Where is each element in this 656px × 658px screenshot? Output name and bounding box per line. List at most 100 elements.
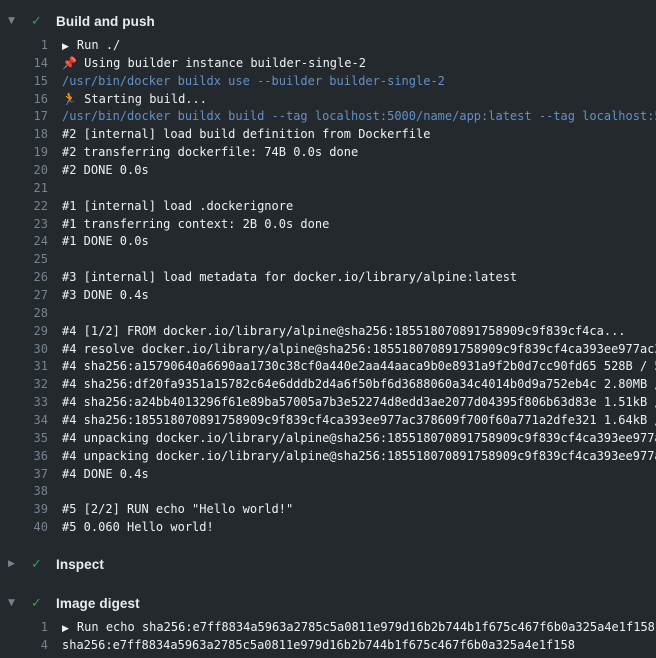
log-text: #2 transferring dockerfile: 74B 0.0s don… (62, 144, 656, 162)
line-number[interactable]: 31 (0, 358, 48, 376)
log-line: 1 ▶Run ./ (0, 37, 656, 55)
section-title: Build and push (56, 14, 155, 29)
log-text: #4 [1/2] FROM docker.io/library/alpine@s… (62, 323, 656, 341)
log-command-text: /usr/bin/docker buildx build --tag local… (62, 108, 656, 126)
log-line: 40 #5 0.060 Hello world! (0, 519, 656, 537)
log-text (62, 251, 656, 269)
chevron-down-icon[interactable]: ▼ (8, 16, 22, 26)
log-lines: 1 ▶Run ./ 14 📌 Using builder instance build… (0, 33, 656, 537)
line-number[interactable]: 22 (0, 198, 48, 216)
chevron-right-icon[interactable]: ▶ (8, 559, 22, 569)
section-header-build-and-push[interactable]: ▼ ✓ Build and push (0, 9, 656, 33)
log-text (62, 180, 656, 198)
log-line: 32 #4 sha256:df20fa9351a15782c64e6dddb2d4… (0, 376, 656, 394)
log-line: 31 #4 sha256:a15790640a6690aa1730c38cf0a4… (0, 358, 656, 376)
line-number[interactable]: 38 (0, 483, 48, 501)
log-text: #1 [internal] load .dockerignore (62, 198, 656, 216)
log-line: 24 #1 DONE 0.0s (0, 233, 656, 251)
log-text: #4 unpacking docker.io/library/alpine@sh… (62, 430, 656, 448)
line-number[interactable]: 34 (0, 412, 48, 430)
log-text: #4 sha256:185518070891758909c9f839cf4ca3… (62, 412, 656, 430)
line-number[interactable]: 1 (0, 619, 48, 637)
line-number[interactable]: 1 (0, 37, 48, 55)
log-text: #4 DONE 0.4s (62, 466, 656, 484)
line-number[interactable]: 25 (0, 251, 48, 269)
log-line: 19 #2 transferring dockerfile: 74B 0.0s d… (0, 144, 656, 162)
log-text: sha256:e7ff8834a5963a2785c5a0811e979d16b… (62, 637, 656, 655)
log-text (62, 305, 656, 323)
workflow-log-viewer: ▼ ✓ Build and push 1▶Run ./14📌 Using bui… (0, 0, 656, 658)
log-text: #4 sha256:a15790640a6690aa1730c38cf0a440… (62, 358, 656, 376)
log-line: 17/usr/bin/docker buildx build --tag loc… (0, 108, 656, 126)
expand-run-chevron-icon[interactable]: ▶ (62, 39, 69, 55)
log-line: 27 #3 DONE 0.4s (0, 287, 656, 305)
log-line: 4 sha256:e7ff8834a5963a2785c5a0811e979d16… (0, 637, 656, 655)
log-line: 1 ▶Run echo sha256:e7ff8834a5963a2785c5a0… (0, 619, 656, 637)
log-line: 36#4 unpacking docker.io/library/alpine@… (0, 448, 656, 466)
log-line: 20 #2 DONE 0.0s (0, 162, 656, 180)
log-command-text: /usr/bin/docker buildx use --builder bui… (62, 73, 656, 91)
line-number[interactable]: 4 (0, 637, 48, 655)
line-number[interactable]: 18 (0, 126, 48, 144)
log-line: 25 (0, 251, 656, 269)
log-line: 16 🏃 Starting build... (0, 91, 656, 109)
log-text: #4 sha256:df20fa9351a15782c64e6dddb2d4a6… (62, 376, 656, 394)
line-number[interactable]: 16 (0, 91, 48, 109)
log-text: #5 0.060 Hello world! (62, 519, 656, 537)
line-number[interactable]: 30 (0, 341, 48, 359)
log-text: 🏃 Starting build... (62, 91, 656, 109)
line-number[interactable]: 19 (0, 144, 48, 162)
log-text: #2 DONE 0.0s (62, 162, 656, 180)
log-text: #5 [2/2] RUN echo "Hello world!" (62, 501, 656, 519)
log-line: 33 #4 sha256:a24bb4013296f61e89ba57005a7b… (0, 394, 656, 412)
success-check-icon: ✓ (31, 596, 48, 611)
log-text: #3 [internal] load metadata for docker.i… (62, 269, 656, 287)
section-header-inspect[interactable]: ▶ ✓ Inspect (0, 552, 656, 576)
line-number[interactable]: 37 (0, 466, 48, 484)
log-line: 39 #5 [2/2] RUN echo "Hello world!" (0, 501, 656, 519)
log-text: ▶Run echo sha256:e7ff8834a5963a2785c5a08… (62, 619, 656, 637)
log-line: 18 #2 [internal] load build definition fr… (0, 126, 656, 144)
line-number[interactable]: 35 (0, 430, 48, 448)
success-check-icon: ✓ (31, 14, 48, 29)
log-text: ▶Run ./ (62, 37, 656, 55)
log-line: 37 #4 DONE 0.4s (0, 466, 656, 484)
line-number[interactable]: 26 (0, 269, 48, 287)
log-lines: 1 ▶Run echo sha256:e7ff8834a5963a2785c5a0… (0, 615, 656, 655)
log-line: 30 #4 resolve docker.io/library/alpine@sh… (0, 341, 656, 359)
chevron-down-icon[interactable]: ▼ (8, 598, 22, 608)
line-number[interactable]: 40 (0, 519, 48, 537)
log-section-inspect: ▶ ✓ Inspect (0, 552, 656, 576)
log-text: 📌 Using builder instance builder-single-… (62, 55, 656, 73)
section-title: Image digest (56, 596, 140, 611)
section-header-image-digest[interactable]: ▼ ✓ Image digest (0, 591, 656, 615)
log-section-image-digest: ▼ ✓ Image digest 1 ▶Run echo sha256:e7ff8… (0, 591, 656, 655)
line-number[interactable]: 36 (0, 448, 48, 466)
log-line: 35 #4 unpacking docker.io/library/alpine@… (0, 430, 656, 448)
line-number[interactable]: 14 (0, 55, 48, 73)
log-line: 21 (0, 180, 656, 198)
line-number[interactable]: 33 (0, 394, 48, 412)
line-number[interactable]: 29 (0, 323, 48, 341)
line-number[interactable]: 28 (0, 305, 48, 323)
log-line: 34 #4 sha256:185518070891758909c9f839cf4c… (0, 412, 656, 430)
log-line: 28 (0, 305, 656, 323)
log-section-build-and-push: ▼ ✓ Build and push 1 ▶Run ./ 14 📌 Using bui… (0, 9, 656, 537)
log-text: #4 resolve docker.io/library/alpine@sha2… (62, 341, 656, 359)
log-text: #1 DONE 0.0s (62, 233, 656, 251)
line-number[interactable]: 39 (0, 501, 48, 519)
line-number[interactable]: 20 (0, 162, 48, 180)
log-text: #4 sha256:a24bb4013296f61e89ba57005a7b3e… (62, 394, 656, 412)
line-number[interactable]: 24 (0, 233, 48, 251)
log-text: #3 DONE 0.4s (62, 287, 656, 305)
line-number[interactable]: 32 (0, 376, 48, 394)
log-line: 22 #1 [internal] load .dockerignore (0, 198, 656, 216)
line-number[interactable]: 27 (0, 287, 48, 305)
line-number[interactable]: 17 (0, 108, 48, 126)
line-number[interactable]: 23 (0, 216, 48, 234)
expand-run-chevron-icon[interactable]: ▶ (62, 621, 69, 637)
log-text: #2 [internal] load build definition from… (62, 126, 656, 144)
line-number[interactable]: 15 (0, 73, 48, 91)
success-check-icon: ✓ (31, 557, 48, 572)
line-number[interactable]: 21 (0, 180, 48, 198)
